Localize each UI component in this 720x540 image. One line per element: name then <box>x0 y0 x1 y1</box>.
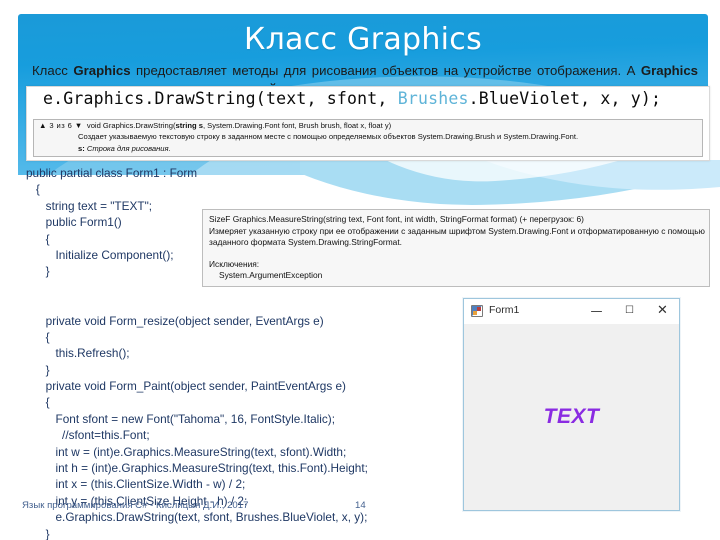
code-line: e.Graphics.DrawString(text, sfont, Brush… <box>26 510 368 525</box>
code-line: int w = (int)e.Graphics.MeasureString(te… <box>26 444 347 459</box>
signature-bold-param: string s <box>175 121 203 130</box>
page-title: Класс Graphics <box>243 22 483 57</box>
drawn-text: TEXT <box>543 405 600 428</box>
code-fragment-after: .BlueViolet, x, y); <box>468 89 662 108</box>
signature-rest: , System.Drawing.Font font, Brush brush,… <box>202 121 392 130</box>
application-icon <box>471 305 483 317</box>
slide-canvas: Класс Graphics Класс Graphics предоставл… <box>0 0 720 540</box>
signature-prefix: void Graphics.DrawString( <box>86 121 176 130</box>
window-caption: Form1 <box>489 304 520 316</box>
close-icon[interactable]: ✕ <box>646 299 679 323</box>
code-line: } <box>26 264 50 279</box>
window-client-area: TEXT <box>464 324 679 510</box>
tooltip-param-desc: Строка для рисования. <box>86 144 171 153</box>
code-line: int h = (int)e.Graphics.MeasureString(te… <box>26 461 368 476</box>
code-line: public partial class Form1 : Form <box>26 166 198 180</box>
page-number: 14 <box>355 500 366 511</box>
tooltip-param-name: s: <box>78 144 85 153</box>
form1-window-screenshot: Form1 — ☐ ✕ TEXT <box>463 298 680 511</box>
code-line: } <box>26 362 50 377</box>
tooltip-description: Создает указываемую текстовую строку в з… <box>78 132 579 141</box>
code-line: string text = "TEXT"; <box>26 198 153 213</box>
footer-text: Язык программирования C# - Кислицын Д.И.… <box>22 500 249 511</box>
tooltip-signature-row: ▲ 3 из 6 ▼ void Graphics.DrawString(stri… <box>39 121 391 130</box>
code-listing: public partial class Form1 : Form { stri… <box>26 165 426 540</box>
minimize-icon[interactable]: — <box>580 299 613 323</box>
code-line: Font sfont = new Font("Tahoma", 16, Font… <box>26 411 335 426</box>
ide-code-screenshot: e.Graphics.DrawString(text, sfont, Brush… <box>26 86 710 161</box>
code-token-brushes: Brushes <box>397 89 469 108</box>
code-line: public Form1() <box>26 215 122 230</box>
code-line: { <box>26 395 50 410</box>
code-line: this.Refresh(); <box>26 346 130 361</box>
code-line: Initialize Component(); <box>26 247 174 262</box>
code-line: private void Form_resize(object sender, … <box>26 313 324 328</box>
code-line: int x = (this.ClientSize.Width - w) / 2; <box>26 477 246 492</box>
code-line: { <box>26 329 50 344</box>
tooltip-param-row: s: Строка для рисования. <box>78 144 171 153</box>
window-titlebar: Form1 — ☐ ✕ <box>464 299 679 325</box>
code-line: } <box>26 526 50 540</box>
code-fragment-before: e.Graphics.DrawString(text, sfont, <box>43 89 398 108</box>
ide-code-line: e.Graphics.DrawString(text, sfont, Brush… <box>43 89 661 108</box>
code-line: { <box>26 182 40 197</box>
maximize-icon[interactable]: ☐ <box>613 299 646 323</box>
code-line: { <box>26 231 50 246</box>
code-line: //sfont=this.Font; <box>26 428 150 443</box>
overload-nav[interactable]: ▲ 3 из 6 ▼ <box>39 121 83 130</box>
intellisense-tooltip: ▲ 3 из 6 ▼ void Graphics.DrawString(stri… <box>33 119 703 157</box>
code-line: private void Form_Paint(object sender, P… <box>26 379 346 394</box>
